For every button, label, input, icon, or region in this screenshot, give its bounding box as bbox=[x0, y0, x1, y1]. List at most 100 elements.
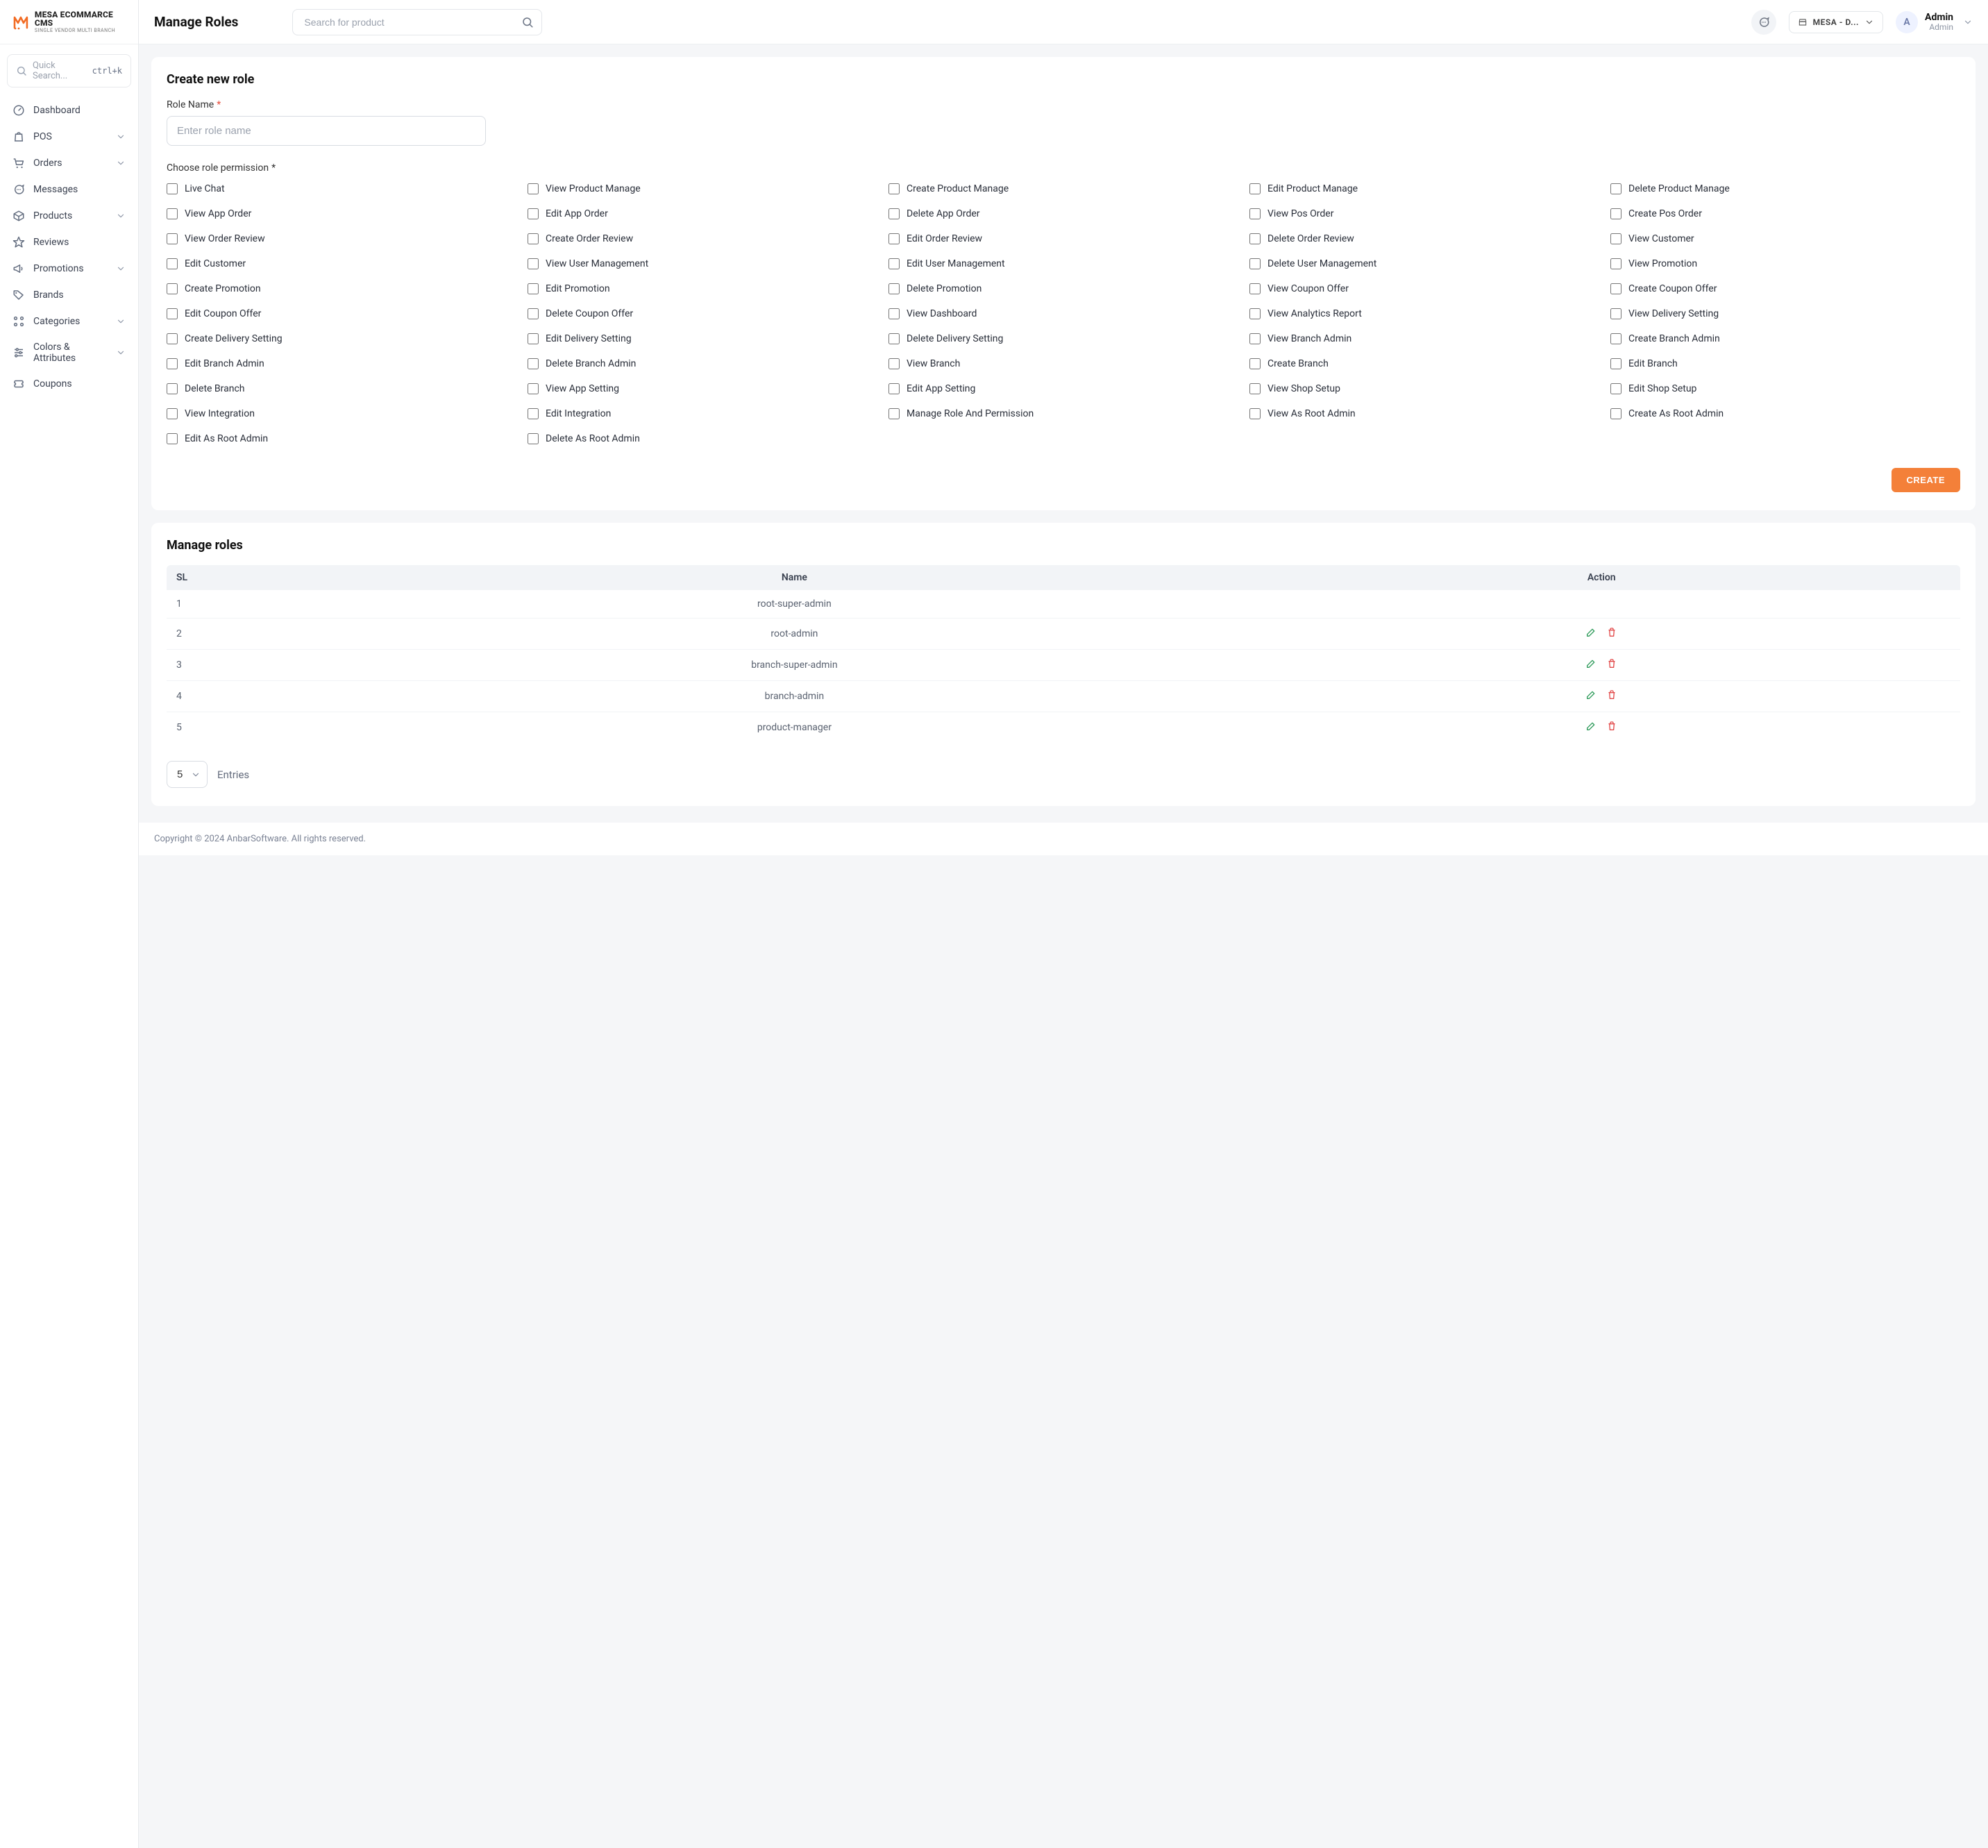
sidebar-item-brands[interactable]: Brands bbox=[4, 282, 134, 308]
permission-delete-product-manage[interactable]: Delete Product Manage bbox=[1610, 180, 1960, 197]
permission-checkbox[interactable] bbox=[888, 408, 900, 419]
permission-checkbox[interactable] bbox=[167, 358, 178, 369]
sidebar-item-colors-attributes[interactable]: Colors & Attributes bbox=[4, 335, 134, 371]
permission-checkbox[interactable] bbox=[1610, 258, 1621, 269]
permission-delete-as-root-admin[interactable]: Delete As Root Admin bbox=[528, 430, 877, 447]
permission-checkbox[interactable] bbox=[528, 358, 539, 369]
permission-checkbox[interactable] bbox=[528, 408, 539, 419]
permission-view-pos-order[interactable]: View Pos Order bbox=[1249, 205, 1599, 222]
permission-checkbox[interactable] bbox=[167, 308, 178, 319]
permission-create-branch[interactable]: Create Branch bbox=[1249, 355, 1599, 372]
permission-checkbox[interactable] bbox=[1610, 183, 1621, 194]
permission-checkbox[interactable] bbox=[528, 383, 539, 394]
permission-create-coupon-offer[interactable]: Create Coupon Offer bbox=[1610, 280, 1960, 297]
permission-checkbox[interactable] bbox=[888, 183, 900, 194]
sidebar-item-coupons[interactable]: Coupons bbox=[4, 371, 134, 397]
permission-checkbox[interactable] bbox=[1610, 208, 1621, 219]
permission-view-coupon-offer[interactable]: View Coupon Offer bbox=[1249, 280, 1599, 297]
sidebar-item-dashboard[interactable]: Dashboard bbox=[4, 97, 134, 124]
permission-checkbox[interactable] bbox=[888, 283, 900, 294]
permission-view-user-management[interactable]: View User Management bbox=[528, 255, 877, 272]
sidebar-item-promotions[interactable]: Promotions bbox=[4, 255, 134, 282]
permission-edit-app-setting[interactable]: Edit App Setting bbox=[888, 380, 1238, 397]
permission-view-delivery-setting[interactable]: View Delivery Setting bbox=[1610, 305, 1960, 322]
permission-checkbox[interactable] bbox=[1249, 408, 1261, 419]
edit-icon[interactable] bbox=[1585, 627, 1597, 638]
permission-checkbox[interactable] bbox=[888, 383, 900, 394]
permission-delete-user-management[interactable]: Delete User Management bbox=[1249, 255, 1599, 272]
permission-checkbox[interactable] bbox=[888, 208, 900, 219]
permission-create-delivery-setting[interactable]: Create Delivery Setting bbox=[167, 330, 516, 347]
permission-view-shop-setup[interactable]: View Shop Setup bbox=[1249, 380, 1599, 397]
user-menu[interactable]: A Admin Admin bbox=[1896, 11, 1973, 33]
permission-checkbox[interactable] bbox=[528, 308, 539, 319]
quick-search[interactable]: Quick Search... ctrl+k bbox=[7, 54, 131, 87]
permission-checkbox[interactable] bbox=[1610, 233, 1621, 244]
permission-view-dashboard[interactable]: View Dashboard bbox=[888, 305, 1238, 322]
permission-edit-branch-admin[interactable]: Edit Branch Admin bbox=[167, 355, 516, 372]
product-search-input[interactable] bbox=[292, 9, 542, 35]
sidebar-item-pos[interactable]: POS bbox=[4, 124, 134, 150]
permission-delete-coupon-offer[interactable]: Delete Coupon Offer bbox=[528, 305, 877, 322]
permission-checkbox[interactable] bbox=[528, 233, 539, 244]
permission-view-analytics-report[interactable]: View Analytics Report bbox=[1249, 305, 1599, 322]
chat-button[interactable] bbox=[1751, 10, 1776, 35]
permission-view-integration[interactable]: View Integration bbox=[167, 405, 516, 422]
permission-delete-delivery-setting[interactable]: Delete Delivery Setting bbox=[888, 330, 1238, 347]
permission-edit-order-review[interactable]: Edit Order Review bbox=[888, 230, 1238, 247]
permission-view-promotion[interactable]: View Promotion bbox=[1610, 255, 1960, 272]
permission-live-chat[interactable]: Live Chat bbox=[167, 180, 516, 197]
permission-edit-customer[interactable]: Edit Customer bbox=[167, 255, 516, 272]
edit-icon[interactable] bbox=[1585, 658, 1597, 669]
permission-create-pos-order[interactable]: Create Pos Order bbox=[1610, 205, 1960, 222]
permission-checkbox[interactable] bbox=[528, 208, 539, 219]
permission-view-branch-admin[interactable]: View Branch Admin bbox=[1249, 330, 1599, 347]
permission-create-branch-admin[interactable]: Create Branch Admin bbox=[1610, 330, 1960, 347]
permission-checkbox[interactable] bbox=[528, 258, 539, 269]
permission-view-as-root-admin[interactable]: View As Root Admin bbox=[1249, 405, 1599, 422]
permission-delete-order-review[interactable]: Delete Order Review bbox=[1249, 230, 1599, 247]
permission-checkbox[interactable] bbox=[1610, 358, 1621, 369]
permission-view-customer[interactable]: View Customer bbox=[1610, 230, 1960, 247]
permission-checkbox[interactable] bbox=[1249, 183, 1261, 194]
permission-view-branch[interactable]: View Branch bbox=[888, 355, 1238, 372]
permission-edit-product-manage[interactable]: Edit Product Manage bbox=[1249, 180, 1599, 197]
permission-create-product-manage[interactable]: Create Product Manage bbox=[888, 180, 1238, 197]
sidebar-item-categories[interactable]: Categories bbox=[4, 308, 134, 335]
sidebar-item-reviews[interactable]: Reviews bbox=[4, 229, 134, 255]
permission-checkbox[interactable] bbox=[528, 283, 539, 294]
permission-delete-app-order[interactable]: Delete App Order bbox=[888, 205, 1238, 222]
permission-checkbox[interactable] bbox=[528, 433, 539, 444]
permission-checkbox[interactable] bbox=[167, 408, 178, 419]
product-search[interactable] bbox=[292, 9, 542, 35]
permission-checkbox[interactable] bbox=[167, 283, 178, 294]
trash-icon[interactable] bbox=[1606, 721, 1617, 732]
trash-icon[interactable] bbox=[1606, 689, 1617, 700]
permission-checkbox[interactable] bbox=[167, 208, 178, 219]
permission-checkbox[interactable] bbox=[888, 258, 900, 269]
permission-checkbox[interactable] bbox=[1249, 258, 1261, 269]
permission-edit-delivery-setting[interactable]: Edit Delivery Setting bbox=[528, 330, 877, 347]
permission-view-app-setting[interactable]: View App Setting bbox=[528, 380, 877, 397]
permission-checkbox[interactable] bbox=[528, 183, 539, 194]
create-button[interactable]: CREATE bbox=[1892, 468, 1960, 492]
permission-checkbox[interactable] bbox=[1249, 308, 1261, 319]
sidebar-item-orders[interactable]: Orders bbox=[4, 150, 134, 176]
permission-checkbox[interactable] bbox=[888, 358, 900, 369]
shop-switcher[interactable]: MESA - D... bbox=[1789, 11, 1883, 33]
permission-edit-user-management[interactable]: Edit User Management bbox=[888, 255, 1238, 272]
permission-checkbox[interactable] bbox=[1610, 383, 1621, 394]
permission-manage-role-and-permission[interactable]: Manage Role And Permission bbox=[888, 405, 1238, 422]
entries-select[interactable]: 5 bbox=[167, 761, 208, 788]
permission-edit-branch[interactable]: Edit Branch bbox=[1610, 355, 1960, 372]
brand-logo[interactable]: MESA ECOMMARCE CMS SINGLE VENDOR MULTI B… bbox=[0, 0, 138, 44]
permission-view-order-review[interactable]: View Order Review bbox=[167, 230, 516, 247]
permission-checkbox[interactable] bbox=[167, 233, 178, 244]
sidebar-item-messages[interactable]: Messages bbox=[4, 176, 134, 203]
sidebar-item-products[interactable]: Products bbox=[4, 203, 134, 229]
permission-checkbox[interactable] bbox=[1249, 383, 1261, 394]
permission-edit-app-order[interactable]: Edit App Order bbox=[528, 205, 877, 222]
permission-create-as-root-admin[interactable]: Create As Root Admin bbox=[1610, 405, 1960, 422]
permission-checkbox[interactable] bbox=[1249, 208, 1261, 219]
permission-checkbox[interactable] bbox=[167, 258, 178, 269]
